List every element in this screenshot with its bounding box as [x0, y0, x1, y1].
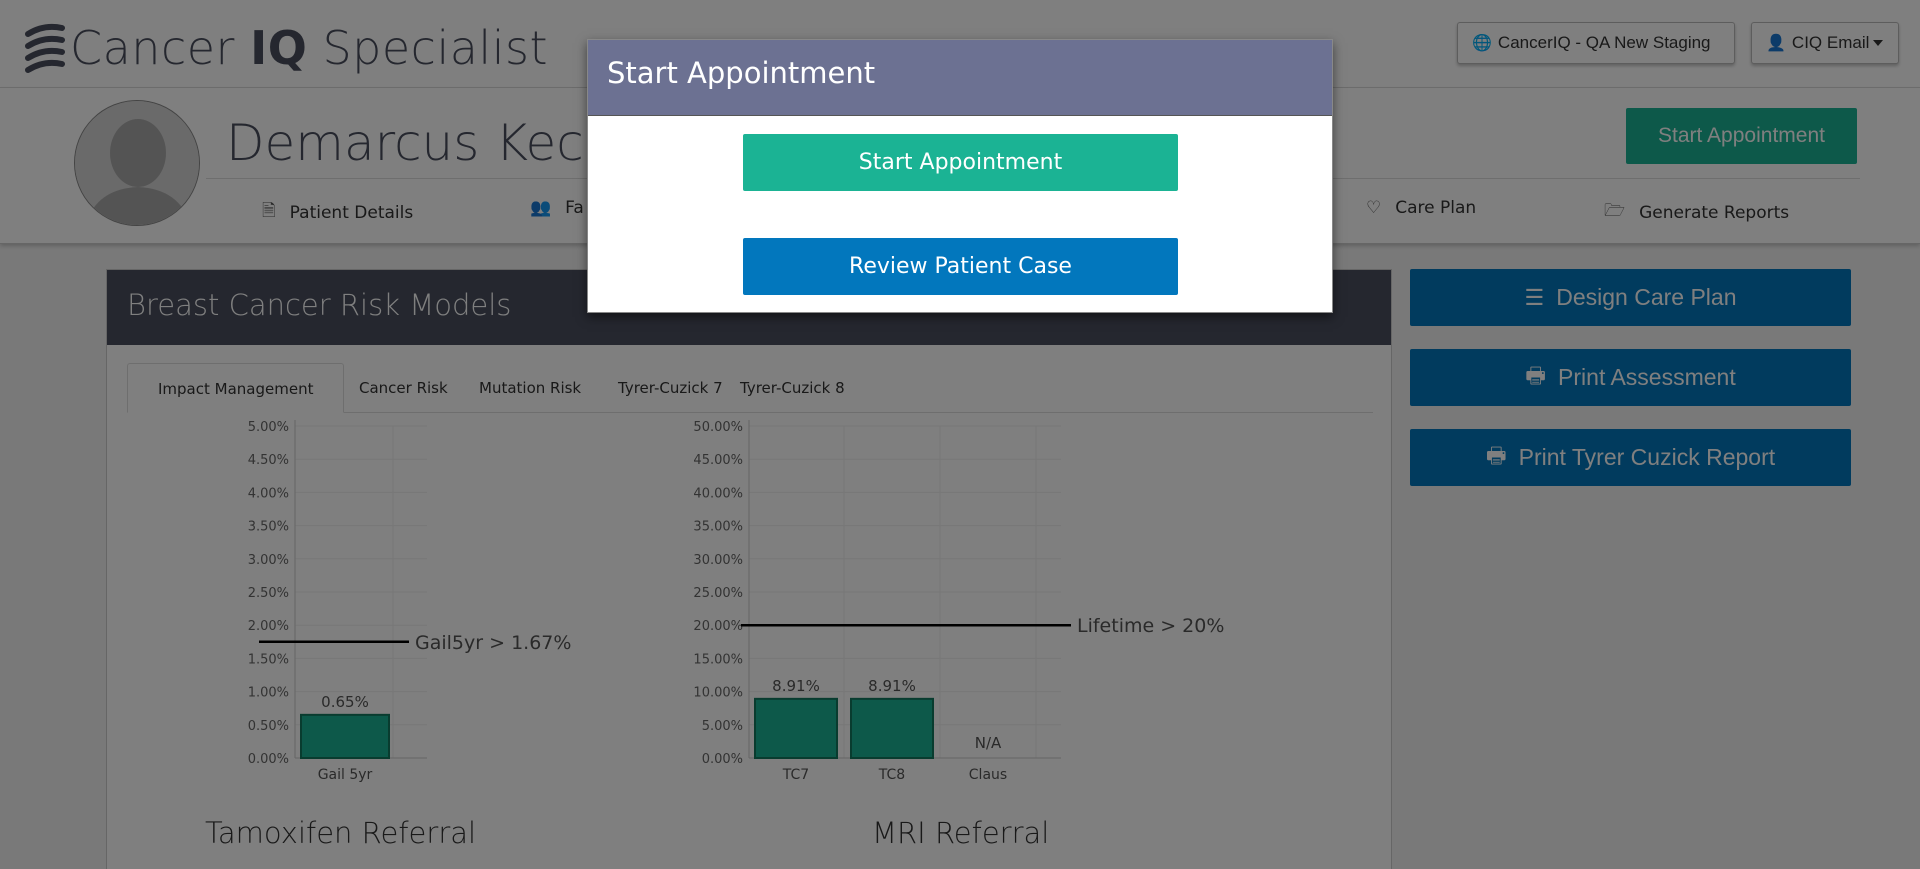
review-patient-case-button[interactable]: Review Patient Case	[743, 238, 1178, 295]
start-appointment-modal: Start Appointment Start Appointment Revi…	[587, 39, 1333, 313]
modal-title: Start Appointment	[588, 40, 1332, 116]
modal-start-appointment-button[interactable]: Start Appointment	[743, 134, 1178, 191]
